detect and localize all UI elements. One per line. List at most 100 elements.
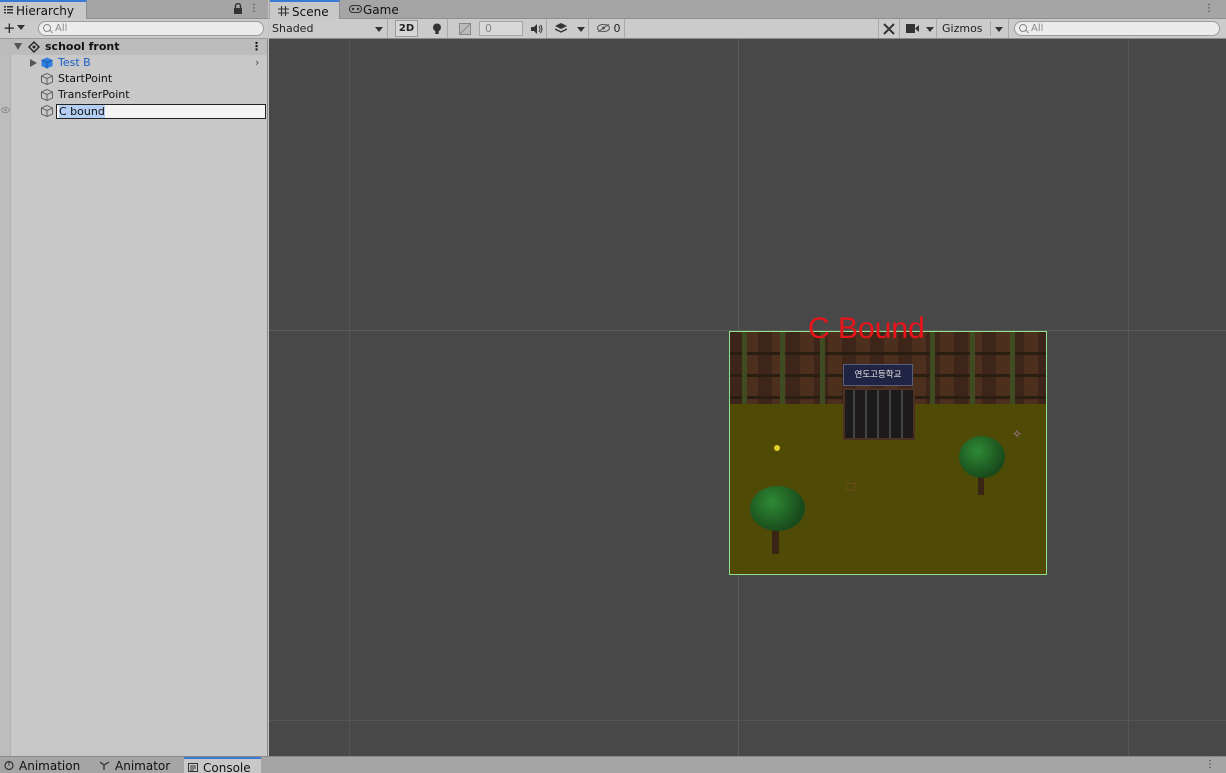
scene-tabbar: Scene Game ⋮ xyxy=(269,0,1226,19)
grid-line xyxy=(349,39,350,756)
scene-value-text: 0 xyxy=(485,22,492,35)
hierarchy-item-label: StartPoint xyxy=(58,72,113,85)
fold-right-icon[interactable] xyxy=(30,59,37,67)
hidden-objects-count: 0 xyxy=(613,22,621,35)
tab-animation[interactable]: Animation xyxy=(0,757,92,773)
gameobject-cube-icon xyxy=(41,105,53,117)
tab-animator-label: Animator xyxy=(115,759,171,773)
more-options-icon[interactable]: ⋮ xyxy=(248,3,260,15)
scene-row[interactable]: school front ⋮ xyxy=(0,39,267,55)
gate-bar xyxy=(853,390,855,438)
tab-animator[interactable]: Animator xyxy=(96,757,182,773)
wall-pillar xyxy=(1010,332,1015,404)
effects-dropdown[interactable] xyxy=(573,19,589,38)
scene-panel: Scene Game ⋮ Shaded 2D 0 0 Gizmos All 연도… xyxy=(269,0,1226,756)
shading-mode-value: Shaded xyxy=(272,22,314,35)
small-signpost-sprite xyxy=(846,483,856,491)
search-icon xyxy=(1019,24,1027,32)
grid-line xyxy=(1128,39,1129,756)
visibility-gutter[interactable] xyxy=(0,39,11,756)
tab-scene[interactable]: Scene xyxy=(270,0,340,19)
hierarchy-item[interactable]: TransferPoint xyxy=(0,87,267,103)
hidden-objects-toggle[interactable]: 0 xyxy=(593,19,625,38)
toggle-2d-label: 2D xyxy=(398,23,415,34)
hierarchy-item-selected[interactable]: C bound xyxy=(0,103,267,119)
grid-line xyxy=(269,720,1226,721)
tools-icon xyxy=(883,23,895,35)
rename-input-text: C bound xyxy=(59,105,105,118)
create-button[interactable]: + xyxy=(2,20,28,37)
tab-hierarchy-label: Hierarchy xyxy=(16,4,75,18)
hierarchy-item[interactable]: StartPoint xyxy=(0,71,267,87)
bound-label: C Bound xyxy=(808,312,925,345)
tools-toggle[interactable] xyxy=(878,19,900,38)
wall-pillar xyxy=(970,332,975,404)
hierarchy-toolbar: + All xyxy=(0,19,268,39)
fold-down-icon[interactable] xyxy=(14,43,22,50)
gate-bar xyxy=(865,390,867,438)
hierarchy-item[interactable]: Test B › xyxy=(0,55,267,71)
grid-icon xyxy=(278,6,289,16)
lightbulb-icon xyxy=(432,23,441,34)
search-icon xyxy=(43,24,51,32)
tab-game-label: Game xyxy=(363,3,399,17)
image-effects-icon[interactable] xyxy=(455,19,475,38)
chevron-down-icon xyxy=(926,27,934,32)
tab-hierarchy[interactable]: Hierarchy xyxy=(0,0,87,19)
tab-console-label: Console xyxy=(203,761,251,773)
wall-band xyxy=(730,352,1046,355)
hierarchy-item-label: TransferPoint xyxy=(58,88,130,101)
chevron-right-icon[interactable]: › xyxy=(255,55,259,71)
scene-name: school front xyxy=(45,40,120,53)
scene-more-options-icon[interactable]: ⋮ xyxy=(1203,3,1215,15)
camera-bound-box[interactable]: 연도고등학교 ✧ xyxy=(729,331,1047,575)
gamepad-icon xyxy=(349,5,362,13)
scene-more-icon[interactable]: ⋮ xyxy=(251,39,262,55)
tree-left xyxy=(750,486,805,531)
unity-scene-icon xyxy=(28,41,40,53)
chevron-down-icon xyxy=(375,27,383,32)
scene-search-placeholder: All xyxy=(1031,23,1044,34)
animator-icon xyxy=(100,761,110,770)
list-icon xyxy=(4,6,13,14)
gate-bar xyxy=(889,390,891,438)
toggle-2d-button[interactable]: 2D xyxy=(395,20,418,37)
flower-sprite xyxy=(774,445,780,451)
gizmos-label: Gizmos xyxy=(942,22,983,35)
chevron-down-icon xyxy=(995,27,1003,32)
school-sign: 연도고등학교 xyxy=(843,364,913,386)
rename-input[interactable]: C bound xyxy=(56,104,266,119)
scene-viewport[interactable]: 연도고등학교 ✧ C Bound xyxy=(269,39,1226,756)
animation-icon xyxy=(4,761,14,770)
speaker-icon xyxy=(530,24,542,34)
effects-toggle[interactable] xyxy=(551,19,571,38)
wall-pillar xyxy=(742,332,747,404)
hierarchy-search-input[interactable]: All xyxy=(38,21,264,36)
shading-mode-dropdown[interactable]: Shaded xyxy=(269,19,388,38)
eye-slash-icon xyxy=(597,23,610,33)
gizmos-dropdown[interactable]: Gizmos xyxy=(939,19,1009,38)
gameobject-cube-icon xyxy=(41,73,53,85)
chevron-down-icon xyxy=(17,25,25,30)
scene-toolbar: Shaded 2D 0 0 Gizmos All xyxy=(269,19,1226,39)
audio-toggle[interactable] xyxy=(527,19,547,38)
gizmos-divider xyxy=(990,21,991,36)
gate-bar xyxy=(877,390,879,438)
hierarchy-item-label: Test B xyxy=(58,56,91,69)
school-gate xyxy=(843,388,915,440)
tab-game[interactable]: Game xyxy=(341,0,411,19)
prefab-cube-icon xyxy=(41,57,53,69)
tab-scene-label: Scene xyxy=(292,5,329,19)
gameobject-cube-icon xyxy=(41,89,53,101)
camera-icon xyxy=(906,24,919,33)
scene-search-input[interactable]: All xyxy=(1014,21,1220,36)
camera-dropdown[interactable] xyxy=(903,19,937,38)
scene-value-field[interactable]: 0 xyxy=(479,21,523,36)
lock-icon[interactable] xyxy=(232,2,244,15)
layers-icon xyxy=(554,23,568,33)
bottom-more-options-icon[interactable]: ⋮ xyxy=(1204,759,1216,771)
lighting-toggle[interactable] xyxy=(426,19,448,38)
tab-console[interactable]: Console xyxy=(184,757,261,773)
tree-right xyxy=(959,436,1005,478)
bottom-tabbar: Animation Animator Console ⋮ xyxy=(0,756,1226,773)
